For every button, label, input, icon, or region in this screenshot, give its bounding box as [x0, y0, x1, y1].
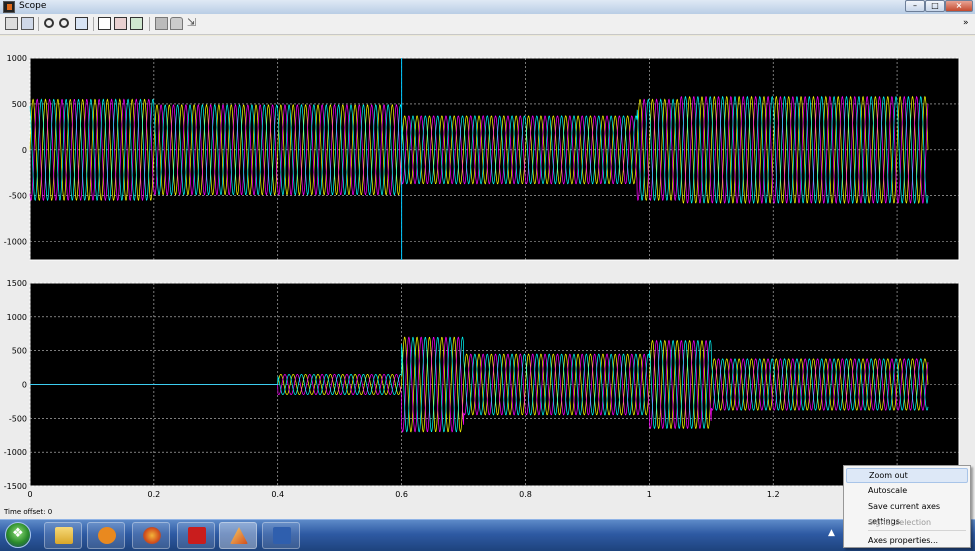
y-tick-label: -500 — [9, 192, 27, 201]
y-tick-label: -1000 — [4, 238, 27, 247]
lock-icon[interactable] — [170, 17, 183, 30]
zoom-y-icon[interactable] — [75, 17, 88, 30]
menu-item-autoscale[interactable]: Autoscale — [846, 483, 968, 498]
autoscale-icon[interactable] — [98, 17, 111, 30]
window-title: Scope — [19, 1, 47, 11]
time-offset-readout: Time offset: 0 — [4, 508, 52, 516]
save-axes-icon[interactable] — [114, 17, 127, 30]
maximize-button[interactable]: □ — [925, 0, 945, 12]
y-tick-label: -1000 — [4, 448, 27, 457]
matlab-icon — [230, 527, 248, 544]
zoom-x-icon[interactable] — [59, 18, 69, 28]
toolbar-separator — [149, 17, 150, 31]
x-tick-label: 0.6 — [395, 490, 408, 499]
y-tick-label: -1500 — [4, 482, 27, 491]
media-player-icon — [98, 527, 116, 544]
menu-item-save-axes[interactable]: Save current axes settings — [846, 499, 968, 526]
taskbar-acrobat[interactable] — [177, 522, 215, 549]
y-tick-label: 500 — [12, 347, 27, 356]
x-tick-label: 0.2 — [147, 490, 160, 499]
restore-axes-icon[interactable] — [130, 17, 143, 30]
taskbar-matlab[interactable] — [219, 522, 257, 549]
toolbar-separator — [93, 17, 94, 31]
zoom-icon[interactable] — [44, 18, 54, 28]
x-tick-label: 1 — [647, 490, 652, 499]
print-icon[interactable] — [5, 17, 18, 30]
word-icon — [273, 527, 291, 544]
explorer-icon — [55, 527, 73, 544]
toolbar: ⇲ » — [0, 14, 975, 35]
scope-plots[interactable]: 1000 500 0 -500 -1000 1500 1000 500 0 -500 -1000 -1… — [0, 36, 975, 520]
context-menu: Zoom out Autoscale Save current axes set… — [843, 465, 971, 548]
x-tick-label: 0.4 — [271, 490, 284, 499]
y-tick-label: 0 — [22, 381, 27, 390]
y-tick-label: 1500 — [7, 279, 27, 288]
y-tick-label: 1000 — [7, 313, 27, 322]
tray-expand-icon[interactable]: ▲ — [828, 528, 835, 538]
y-tick-label: 1000 — [7, 54, 27, 63]
firefox-icon — [143, 527, 161, 544]
matlab-scope-icon — [3, 1, 15, 13]
toolbar-separator — [38, 17, 39, 31]
plot-area: 1000 500 0 -500 -1000 1500 1000 500 0 -500 -1000 -1… — [0, 36, 975, 520]
signal-selection-icon[interactable]: ⇲ — [187, 17, 200, 30]
menu-item-axes-properties[interactable]: Axes properties... — [846, 533, 968, 548]
taskbar-explorer[interactable] — [44, 522, 82, 549]
x-tick-label: 0 — [27, 490, 32, 499]
taskbar-media-player[interactable] — [87, 522, 125, 549]
menu-separator — [868, 530, 966, 531]
x-tick-label: 1.2 — [767, 490, 780, 499]
x-tick-label: 0.8 — [519, 490, 532, 499]
taskbar-firefox[interactable] — [132, 522, 170, 549]
menu-item-signal-selection: Signal selection — [868, 518, 932, 527]
start-button[interactable] — [5, 522, 31, 548]
time-offset-value: 0 — [47, 508, 53, 516]
float-icon[interactable] — [155, 17, 168, 30]
taskbar-word[interactable] — [262, 522, 300, 549]
plot-background — [29, 57, 960, 261]
acrobat-icon — [188, 527, 206, 544]
y-tick-label: 500 — [12, 100, 27, 109]
y-tick-label: 0 — [22, 146, 27, 155]
close-button[interactable]: × — [945, 0, 973, 12]
minimize-button[interactable]: – — [905, 0, 925, 12]
y-tick-label: -500 — [9, 414, 27, 423]
toolbar-overflow-icon[interactable]: » — [963, 18, 969, 28]
menu-item-zoom-out[interactable]: Zoom out — [846, 468, 968, 483]
taskbar: ▲ — [0, 519, 975, 551]
time-offset-label: Time offset: — [4, 508, 46, 516]
title-bar: Scope – □ × — [0, 0, 975, 15]
parameters-icon[interactable] — [21, 17, 34, 30]
